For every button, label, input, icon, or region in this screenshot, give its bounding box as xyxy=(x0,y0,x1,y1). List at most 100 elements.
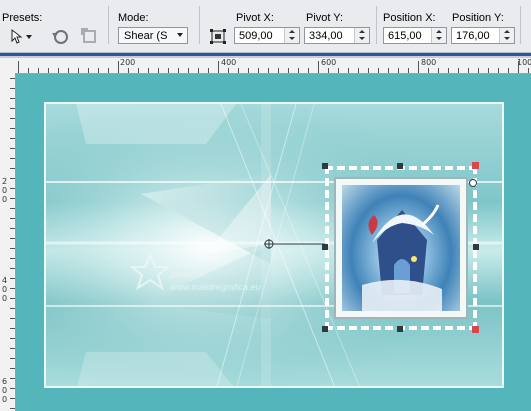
ruler-tick xyxy=(10,328,15,329)
ruler-tick xyxy=(10,98,15,99)
ruler-tick xyxy=(518,61,519,73)
ruler-label: 400 xyxy=(221,58,237,67)
pivot-x-label: Pivot X: xyxy=(236,12,274,24)
toolbar-separator xyxy=(520,6,521,44)
transform-handle-top-right[interactable] xyxy=(472,162,479,169)
ruler-label: 1000 xyxy=(517,58,531,67)
pivot-y-label: Pivot Y: xyxy=(306,12,344,24)
commit-transform-button[interactable] xyxy=(78,26,100,47)
ruler-tick xyxy=(328,68,329,73)
ruler-tick xyxy=(278,68,279,73)
presets-label: Presets: xyxy=(2,12,43,24)
ruler-tick xyxy=(98,68,99,73)
position-x-value: 615,00 xyxy=(388,30,422,42)
pivot-toggle-button[interactable] xyxy=(207,26,229,47)
ruler-tick xyxy=(488,68,489,73)
transform-handle-top-left[interactable] xyxy=(322,163,328,169)
transform-bounding-box[interactable] xyxy=(325,166,477,330)
ruler-tick xyxy=(10,88,15,89)
ruler-tick xyxy=(10,378,15,379)
ruler-tick xyxy=(368,68,369,73)
ruler-tick xyxy=(348,68,349,73)
ruler-tick xyxy=(208,68,209,73)
ruler-tick xyxy=(468,68,469,73)
ruler-tick xyxy=(158,68,159,73)
transform-handle-bottom-right[interactable] xyxy=(472,326,479,333)
ruler-tick xyxy=(168,68,169,73)
ruler-label: 200 xyxy=(120,58,136,67)
ruler-tick xyxy=(448,68,449,73)
ruler-tick xyxy=(10,348,15,349)
ruler-tick xyxy=(218,61,219,73)
ruler-tick xyxy=(10,118,15,119)
position-y-spinner[interactable] xyxy=(499,28,514,43)
ruler-tick xyxy=(268,68,269,73)
presets-button[interactable] xyxy=(8,27,36,46)
ruler-tick xyxy=(498,68,499,73)
position-x-field[interactable]: 615,00 xyxy=(383,27,447,44)
ruler-tick xyxy=(10,218,15,219)
ruler-tick xyxy=(528,68,529,73)
pivot-x-value: 509,00 xyxy=(239,30,273,42)
ruler-tick xyxy=(10,158,15,159)
ruler-tick xyxy=(10,318,15,319)
ruler-tick xyxy=(10,188,15,189)
ruler-tick xyxy=(78,68,79,73)
transform-square-icon xyxy=(81,28,96,43)
ruler-tick xyxy=(508,68,509,73)
ruler-tick xyxy=(10,138,15,139)
ruler-tick xyxy=(38,68,39,73)
position-x-spinner[interactable] xyxy=(431,28,446,43)
pivot-frame-icon xyxy=(210,29,226,44)
ruler-label: 400 xyxy=(2,276,8,303)
ruler-tick xyxy=(428,68,429,73)
active-document-bar xyxy=(0,53,531,56)
image-workspace[interactable]: pinuccia www.maidiregrafica.eu xyxy=(16,74,531,411)
toolbar-separator xyxy=(108,6,109,44)
ruler-tick xyxy=(108,68,109,73)
ruler-tick xyxy=(458,68,459,73)
ruler-tick xyxy=(10,208,15,209)
chevron-down-icon xyxy=(177,33,183,37)
ruler-tick xyxy=(10,108,15,109)
ruler-label: 600 xyxy=(2,377,8,404)
ruler-tick xyxy=(10,148,15,149)
ruler-label: 800 xyxy=(421,58,437,67)
ruler-tick xyxy=(48,68,49,73)
rotation-handle-icon[interactable] xyxy=(468,178,478,188)
ruler-tick xyxy=(198,68,199,73)
mode-dropdown[interactable]: Shear (S xyxy=(118,27,188,44)
pivot-y-field[interactable]: 334,00 xyxy=(304,27,370,44)
ruler-tick xyxy=(398,68,399,73)
ruler-tick xyxy=(10,238,15,239)
ruler-tick xyxy=(308,68,309,73)
transform-handle-right[interactable] xyxy=(473,244,479,250)
pivot-x-spinner[interactable] xyxy=(284,28,299,43)
pivot-y-spinner[interactable] xyxy=(354,28,369,43)
transform-handle-left[interactable] xyxy=(322,244,328,250)
mode-value: Shear (S xyxy=(124,30,168,42)
reset-rotation-button[interactable] xyxy=(49,26,71,47)
ruler-tick xyxy=(10,408,15,409)
ruler-tick xyxy=(298,68,299,73)
ruler-tick xyxy=(128,68,129,73)
ruler-tick xyxy=(408,68,409,73)
transform-handle-bottom[interactable] xyxy=(397,326,403,332)
ruler-tick xyxy=(418,61,419,73)
ruler-tick xyxy=(10,198,15,199)
position-y-field[interactable]: 176,00 xyxy=(451,27,515,44)
pivot-x-field[interactable]: 509,00 xyxy=(234,27,300,44)
ruler-tick xyxy=(10,308,15,309)
ruler-tick xyxy=(10,128,15,129)
ruler-tick xyxy=(10,358,15,359)
transform-handle-bottom-left[interactable] xyxy=(322,326,328,332)
tool-options-toolbar: Presets: Mode: Shear (S Pivot X: 509,00 … xyxy=(0,0,531,53)
transform-handle-top[interactable] xyxy=(397,163,403,169)
ruler-tick xyxy=(10,168,15,169)
ruler-tick xyxy=(10,268,15,269)
pivot-y-value: 334,00 xyxy=(309,30,343,42)
ruler-tick xyxy=(188,68,189,73)
ruler-tick xyxy=(58,68,59,73)
ruler-tick xyxy=(10,288,15,289)
ruler-tick xyxy=(118,61,119,73)
